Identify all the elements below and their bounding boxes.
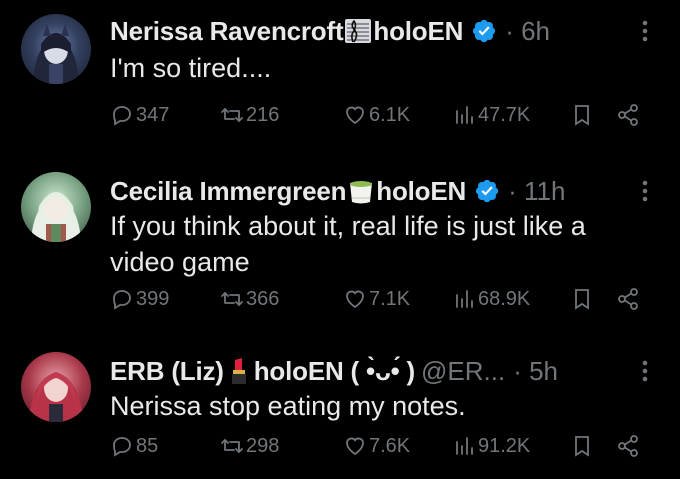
retweet-icon: [221, 292, 243, 306]
retweet-button[interactable]: 366: [220, 284, 279, 314]
tweet[interactable]: Cecilia Immergreen holoEN · 11h If you t…: [0, 160, 680, 340]
heart-icon: [346, 106, 364, 125]
affiliation-name[interactable]: holoEN: [376, 174, 466, 208]
reply-button[interactable]: 347: [110, 100, 169, 130]
bookmark-button[interactable]: [570, 100, 596, 130]
musical-score-icon: [344, 16, 372, 46]
tea-cup-icon: [347, 176, 375, 206]
timestamp[interactable]: · 5h: [513, 354, 558, 388]
tweet-header: Nerissa Ravencroft holoEN · 6h: [110, 14, 650, 48]
bookmark-button[interactable]: [570, 284, 596, 314]
verified-badge-icon: [473, 19, 496, 43]
views-button[interactable]: 91.2K: [452, 431, 530, 461]
reply-count: 399: [136, 287, 170, 310]
tweet-text: Nerissa stop eating my notes.: [110, 391, 466, 421]
retweet-count: 298: [246, 434, 280, 457]
like-count: 7.6K: [369, 434, 411, 457]
bookmark-icon: [575, 436, 589, 457]
more-options-icon[interactable]: [640, 178, 650, 204]
affiliation-name[interactable]: holoEN: [373, 14, 463, 48]
retweet-button[interactable]: 298: [220, 431, 279, 461]
tweet[interactable]: Nerissa Ravencroft holoEN · 6h I'm so ti…: [0, 0, 680, 160]
share-button[interactable]: [616, 284, 642, 314]
retweet-count: 216: [246, 103, 280, 126]
reply-button[interactable]: 399: [110, 284, 169, 314]
heart-icon: [346, 437, 364, 456]
affiliation-name[interactable]: holoEN ( •̀ᴗ•́ ): [254, 354, 415, 388]
lipstick-icon: [225, 356, 253, 386]
bookmark-button[interactable]: [570, 431, 596, 461]
tweet-actions: 85 298 7.6K 91.2K: [110, 431, 660, 461]
retweet-icon: [221, 108, 243, 122]
bookmark-icon: [575, 105, 589, 126]
views-chart-icon: [456, 437, 473, 455]
tweet-text: I'm so tired....: [110, 53, 272, 83]
like-button[interactable]: 6.1K: [343, 100, 410, 130]
timestamp[interactable]: · 11h: [508, 174, 565, 208]
share-button[interactable]: [616, 431, 642, 461]
share-button[interactable]: [616, 100, 642, 130]
avatar[interactable]: [21, 172, 91, 242]
verified-badge-icon: [475, 179, 499, 203]
share-icon: [618, 435, 638, 457]
tweet-header: Cecilia Immergreen holoEN · 11h: [110, 174, 650, 208]
retweet-count: 366: [246, 287, 280, 310]
share-icon: [618, 288, 638, 310]
views-button[interactable]: 47.7K: [452, 100, 530, 130]
like-button[interactable]: 7.1K: [343, 284, 410, 314]
view-count: 68.9K: [478, 287, 531, 310]
timestamp[interactable]: · 6h: [505, 14, 550, 48]
retweet-icon: [221, 439, 243, 453]
reply-count: 85: [136, 434, 159, 457]
tweet-header: ERB (Liz) holoEN ( •̀ᴗ•́ ) @ER... · 5h: [110, 354, 650, 388]
reply-button[interactable]: 85: [110, 431, 158, 461]
more-options-icon[interactable]: [640, 358, 650, 384]
views-chart-icon: [456, 106, 473, 124]
reply-icon: [113, 290, 131, 310]
views-button[interactable]: 68.9K: [452, 284, 530, 314]
display-name[interactable]: ERB (Liz): [110, 354, 224, 388]
view-count: 91.2K: [478, 434, 531, 457]
avatar[interactable]: [21, 14, 91, 84]
views-chart-icon: [456, 290, 473, 308]
reply-count: 347: [136, 103, 170, 126]
view-count: 47.7K: [478, 103, 531, 126]
tweet-actions: 399 366 7.1K 68.9K: [110, 284, 660, 314]
like-button[interactable]: 7.6K: [343, 431, 410, 461]
tweet-text: If you think about it, real life is just…: [110, 211, 586, 277]
avatar[interactable]: [21, 352, 91, 422]
display-name[interactable]: Nerissa Ravencroft: [110, 14, 344, 48]
user-handle[interactable]: @ER...: [421, 354, 505, 388]
reply-icon: [113, 106, 131, 126]
more-options-icon[interactable]: [640, 18, 650, 44]
share-icon: [618, 104, 638, 126]
heart-icon: [346, 290, 364, 309]
reply-icon: [113, 437, 131, 457]
tweet-actions: 347 216 6.1K 47.7K: [110, 100, 660, 130]
tweet[interactable]: ERB (Liz) holoEN ( •̀ᴗ•́ ) @ER... · 5h N…: [0, 340, 680, 479]
display-name[interactable]: Cecilia Immergreen: [110, 174, 346, 208]
retweet-button[interactable]: 216: [220, 100, 279, 130]
like-count: 6.1K: [369, 103, 411, 126]
like-count: 7.1K: [369, 287, 411, 310]
bookmark-icon: [575, 289, 589, 310]
